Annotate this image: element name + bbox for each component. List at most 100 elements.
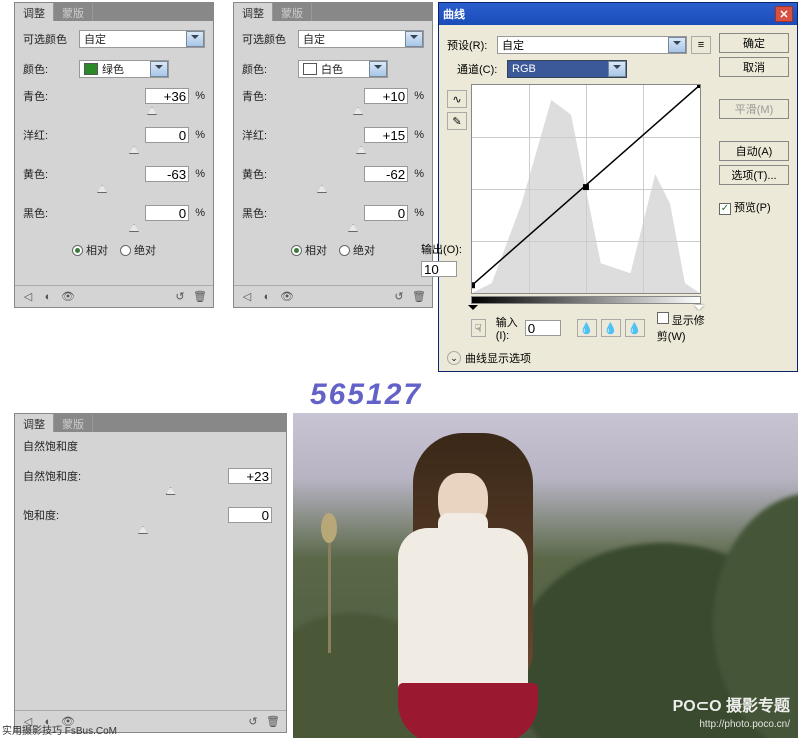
slider-handle[interactable] xyxy=(348,224,358,232)
slider-value[interactable] xyxy=(145,88,189,104)
slider-value[interactable] xyxy=(364,205,408,221)
slider-handle[interactable] xyxy=(353,107,363,115)
slider-handle[interactable] xyxy=(317,185,327,193)
dialog-title: 曲线 xyxy=(443,6,465,22)
delete-icon[interactable]: 🗑 xyxy=(266,715,280,729)
slider-value[interactable] xyxy=(364,88,408,104)
slider-label: 青色: xyxy=(23,88,79,104)
finger-tool-icon[interactable]: ☟ xyxy=(471,319,486,337)
preset-dropdown[interactable]: 自定 xyxy=(497,36,687,54)
black-eyedropper-icon[interactable]: 💧 xyxy=(577,319,597,337)
chevron-down-icon xyxy=(369,61,387,77)
channel-dropdown[interactable]: RGB xyxy=(507,60,627,78)
back-icon[interactable]: ◁ xyxy=(21,290,35,304)
slider-handle[interactable] xyxy=(138,526,148,534)
back-icon[interactable]: ◁ xyxy=(240,290,254,304)
slider-track[interactable] xyxy=(298,107,398,117)
chevron-down-icon xyxy=(668,37,686,53)
curve-pencil-tool[interactable]: ✎ xyxy=(447,112,467,130)
curve-point-tool[interactable]: ∿ xyxy=(447,90,467,108)
reset-icon[interactable]: ↺ xyxy=(392,290,406,304)
selective-color-panel-2: 调整 蒙版 可选颜色 自定 颜色: 白色 青色: %洋红: %黄色: %黑色: xyxy=(233,2,433,308)
slider-value[interactable] xyxy=(364,127,408,143)
black-point-handle[interactable] xyxy=(468,305,478,315)
clip-icon[interactable]: ◐ xyxy=(260,290,274,304)
tab-mask[interactable]: 蒙版 xyxy=(54,3,93,21)
slider-track[interactable] xyxy=(79,146,179,156)
white-point-handle[interactable] xyxy=(694,305,704,315)
reset-icon[interactable]: ↺ xyxy=(246,715,260,729)
slider-handle[interactable] xyxy=(129,224,139,232)
preset-dropdown[interactable]: 自定 xyxy=(79,30,205,48)
title-label: 可选颜色 xyxy=(242,31,298,47)
title-label: 可选颜色 xyxy=(23,31,79,47)
delete-icon[interactable]: 🗑 xyxy=(412,290,426,304)
slider-label: 黄色: xyxy=(23,166,79,182)
slider-label: 黑色: xyxy=(242,205,298,221)
eye-icon[interactable]: 👁 xyxy=(280,290,294,304)
tab-adjust[interactable]: 调整 xyxy=(15,414,54,432)
reset-icon[interactable]: ↺ xyxy=(173,290,187,304)
gray-eyedropper-icon[interactable]: 💧 xyxy=(601,319,621,337)
color-dropdown[interactable]: 绿色 xyxy=(79,60,169,78)
preset-dropdown[interactable]: 自定 xyxy=(298,30,424,48)
slider-track[interactable] xyxy=(298,185,398,195)
preset-menu-icon[interactable]: ≡ xyxy=(691,36,711,54)
curves-graph[interactable] xyxy=(471,84,701,294)
slider-value[interactable] xyxy=(145,205,189,221)
slider-handle[interactable] xyxy=(97,185,107,193)
slider-value[interactable] xyxy=(228,468,272,484)
slider-value[interactable] xyxy=(228,507,272,523)
slider-label: 洋红: xyxy=(242,127,298,143)
relative-radio[interactable]: 相对 xyxy=(291,242,327,258)
expand-icon[interactable]: ⌄ xyxy=(447,351,461,365)
slider-handle[interactable] xyxy=(129,146,139,154)
slider-handle[interactable] xyxy=(166,487,176,495)
title-label: 自然饱和度 xyxy=(23,438,278,454)
panel-tabs: 调整 蒙版 xyxy=(234,3,432,21)
ok-button[interactable]: 确定 xyxy=(719,33,789,53)
slider-value[interactable] xyxy=(145,166,189,182)
example-photo: PO⊂O 摄影专题 http://photo.poco.cn/ xyxy=(293,413,798,738)
slider-label: 青色: xyxy=(242,88,298,104)
absolute-radio[interactable]: 绝对 xyxy=(339,242,375,258)
preview-checkbox[interactable] xyxy=(719,203,731,215)
output-input[interactable] xyxy=(421,261,457,277)
chevron-down-icon xyxy=(186,31,204,47)
cancel-button[interactable]: 取消 xyxy=(719,57,789,77)
auto-button[interactable]: 自动(A) xyxy=(719,141,789,161)
absolute-radio[interactable]: 绝对 xyxy=(120,242,156,258)
panel-tabs: 调整 蒙版 xyxy=(15,414,286,432)
tab-adjust[interactable]: 调整 xyxy=(15,3,54,21)
slider-track[interactable] xyxy=(23,526,253,536)
slider-track[interactable] xyxy=(79,224,179,234)
slider-value[interactable] xyxy=(145,127,189,143)
color-dropdown[interactable]: 白色 xyxy=(298,60,388,78)
chevron-down-icon xyxy=(608,61,626,77)
input-input[interactable] xyxy=(525,320,561,336)
slider-handle[interactable] xyxy=(147,107,157,115)
options-button[interactable]: 选项(T)... xyxy=(719,165,789,185)
clip-icon[interactable]: ◐ xyxy=(41,290,55,304)
color-swatch xyxy=(84,63,98,75)
slider-value[interactable] xyxy=(364,166,408,182)
slider-label: 洋红: xyxy=(23,127,79,143)
slider-track[interactable] xyxy=(79,185,179,195)
white-eyedropper-icon[interactable]: 💧 xyxy=(625,319,645,337)
show-clipping-checkbox[interactable] xyxy=(657,312,669,324)
photo-watermark: PO⊂O 摄影专题 xyxy=(673,692,790,716)
tab-adjust[interactable]: 调整 xyxy=(234,3,273,21)
relative-radio[interactable]: 相对 xyxy=(72,242,108,258)
slider-handle[interactable] xyxy=(356,146,366,154)
slider-track[interactable] xyxy=(79,107,179,117)
slider-track[interactable] xyxy=(23,487,253,497)
tab-mask[interactable]: 蒙版 xyxy=(54,414,93,432)
preset-label: 预设(R): xyxy=(447,37,497,53)
tab-mask[interactable]: 蒙版 xyxy=(273,3,312,21)
slider-track[interactable] xyxy=(298,224,398,234)
slider-track[interactable] xyxy=(298,146,398,156)
eye-icon[interactable]: 👁 xyxy=(61,290,75,304)
delete-icon[interactable]: 🗑 xyxy=(193,290,207,304)
slider-label: 自然饱和度: xyxy=(23,468,95,484)
close-icon[interactable]: ✕ xyxy=(775,6,793,22)
